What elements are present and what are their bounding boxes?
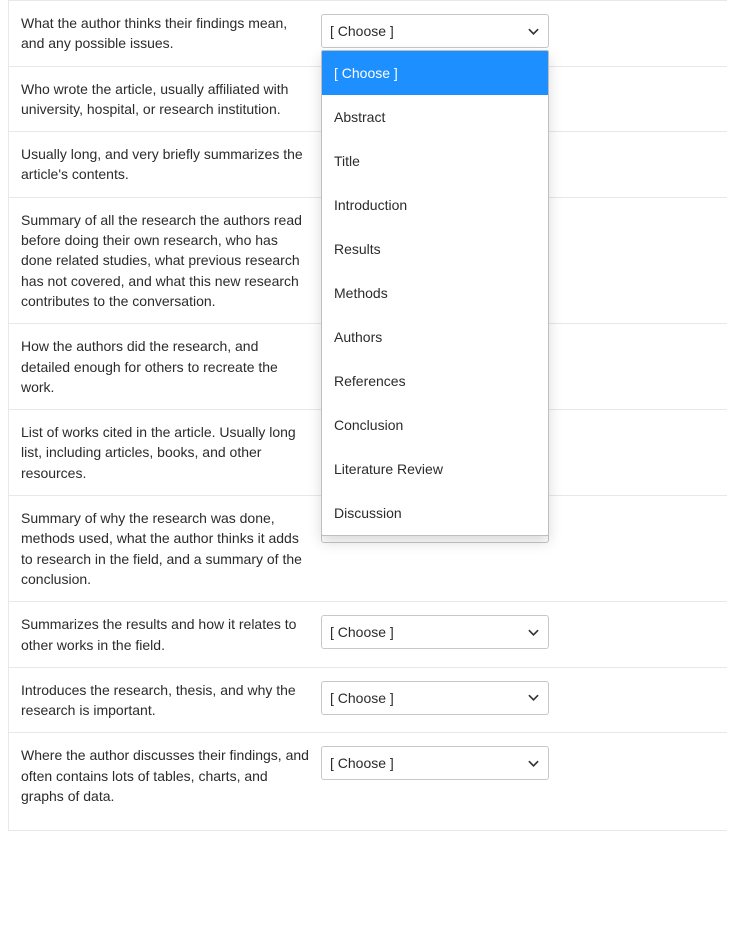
chevron-down-icon xyxy=(528,26,539,37)
match-prompt: What the author thinks their findings me… xyxy=(9,13,321,54)
select-option[interactable]: Results xyxy=(322,227,548,271)
select-value: [ Choose ] xyxy=(330,690,394,706)
select-option[interactable]: References xyxy=(322,359,548,403)
match-prompt: List of works cited in the article. Usua… xyxy=(9,422,321,483)
chevron-down-icon xyxy=(528,627,539,638)
match-prompt: Introduces the research, thesis, and why… xyxy=(9,680,321,721)
match-select-cell: [ Choose ] xyxy=(321,745,549,780)
match-prompt: Summarizes the results and how it relate… xyxy=(9,614,321,655)
select-value: [ Choose ] xyxy=(330,755,394,771)
matching-rows-container: What the author thinks their findings me… xyxy=(8,0,727,831)
match-row: What the author thinks their findings me… xyxy=(9,0,727,66)
chevron-down-icon xyxy=(528,692,539,703)
select-option[interactable]: Methods xyxy=(322,271,548,315)
match-prompt: Summary of why the research was done, me… xyxy=(9,508,321,589)
match-prompt: Where the author discusses their finding… xyxy=(9,745,321,806)
chevron-down-icon xyxy=(528,758,539,769)
select-value: [ Choose ] xyxy=(330,624,394,640)
match-row: Summarizes the results and how it relate… xyxy=(9,601,727,667)
match-select[interactable]: [ Choose ] xyxy=(321,746,549,780)
select-option[interactable]: Abstract xyxy=(322,95,548,139)
match-row: Introduces the research, thesis, and why… xyxy=(9,667,727,733)
match-select[interactable]: [ Choose ] xyxy=(321,615,549,649)
select-option[interactable]: Title xyxy=(322,139,548,183)
match-select-cell: [ Choose ] [ Choose ] Abstract Title Int… xyxy=(321,13,549,48)
match-select[interactable]: [ Choose ] xyxy=(321,14,549,48)
select-option[interactable]: Conclusion xyxy=(322,403,548,447)
select-option[interactable]: Authors xyxy=(322,315,548,359)
match-prompt: How the authors did the research, and de… xyxy=(9,336,321,397)
match-select-cell: [ Choose ] xyxy=(321,614,549,649)
select-option[interactable]: Literature Review xyxy=(322,447,548,491)
match-prompt: Usually long, and very briefly summarize… xyxy=(9,144,321,185)
match-row: Where the author discusses their finding… xyxy=(9,732,727,818)
select-option[interactable]: Introduction xyxy=(322,183,548,227)
select-option[interactable]: Discussion xyxy=(322,491,548,535)
match-select-listbox[interactable]: [ Choose ] Abstract Title Introduction R… xyxy=(321,50,549,536)
match-select[interactable]: [ Choose ] xyxy=(321,681,549,715)
match-prompt: Summary of all the research the authors … xyxy=(9,210,321,311)
match-prompt: Who wrote the article, usually affiliate… xyxy=(9,79,321,120)
matching-question-panel: What the author thinks their findings me… xyxy=(0,0,735,947)
select-option[interactable]: [ Choose ] xyxy=(322,51,548,95)
select-value: [ Choose ] xyxy=(330,23,394,39)
match-select-cell: [ Choose ] xyxy=(321,680,549,715)
